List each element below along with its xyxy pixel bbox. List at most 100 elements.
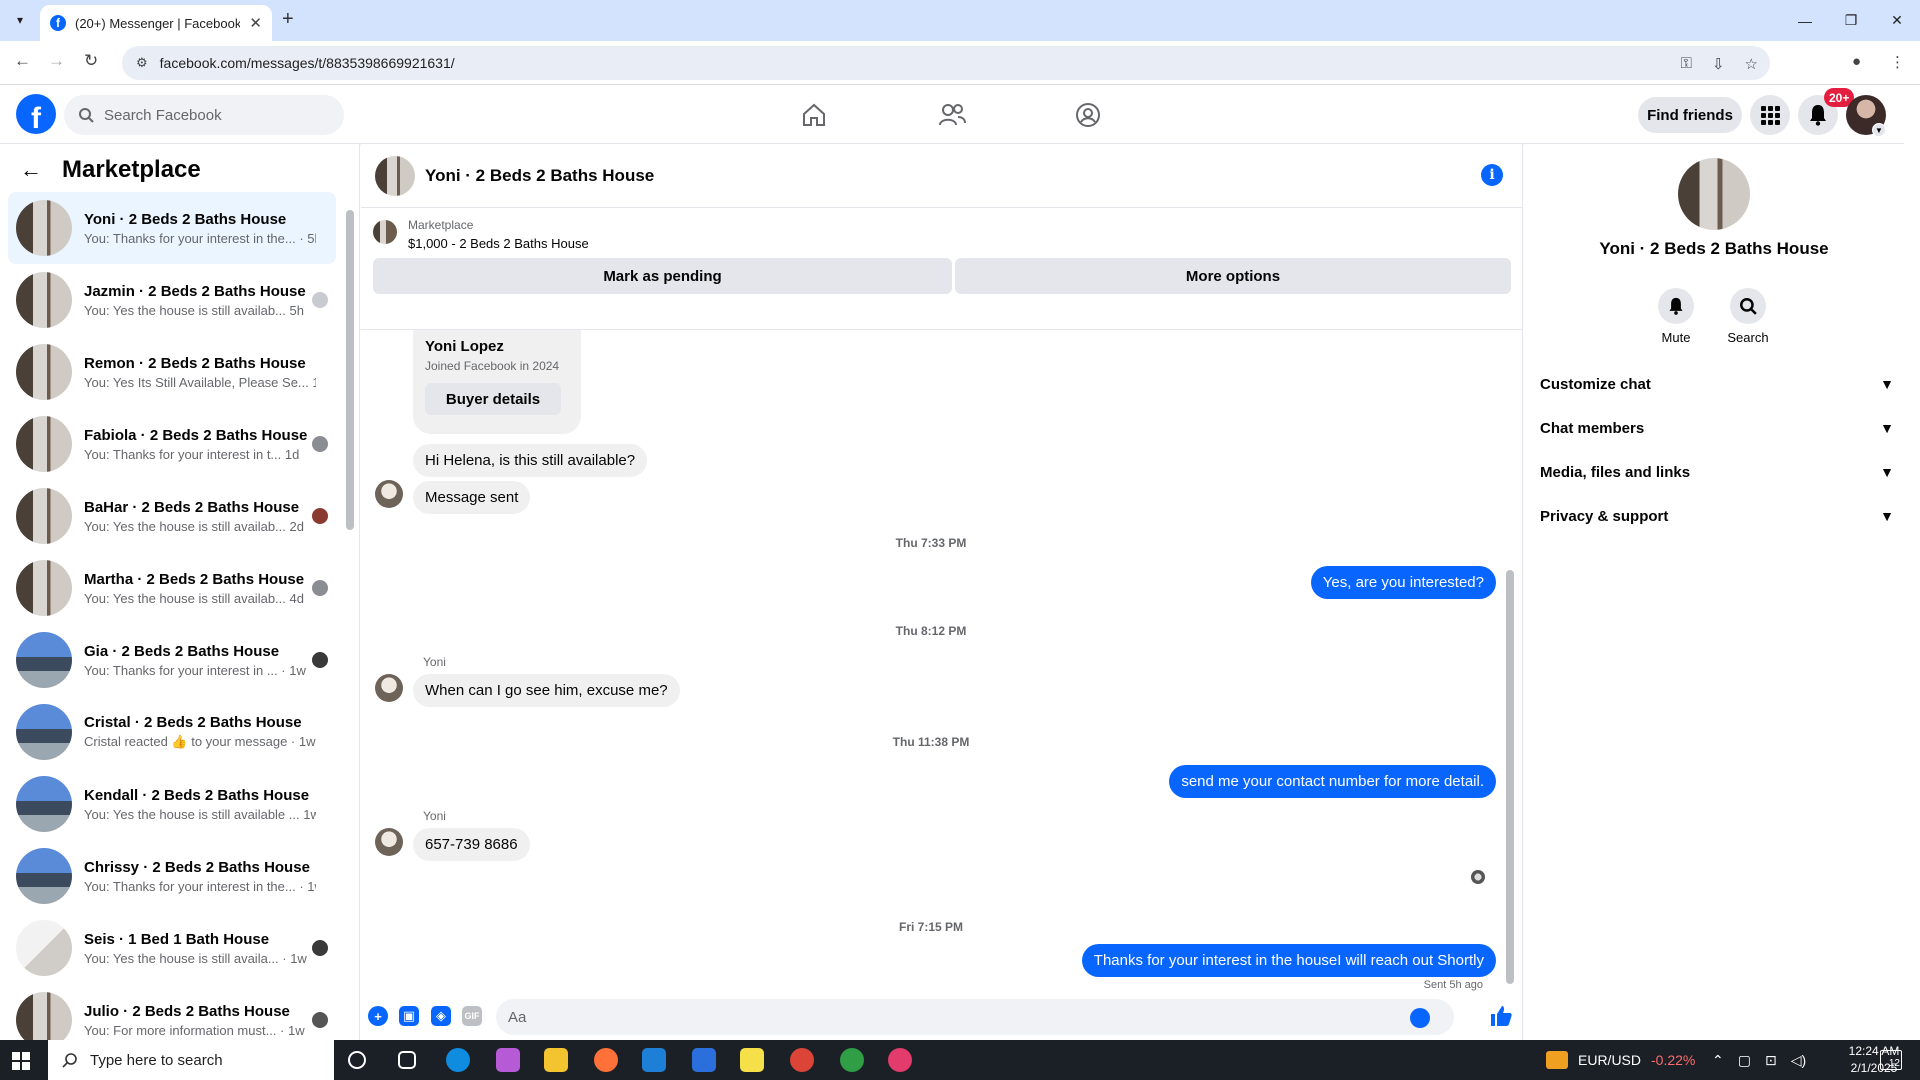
info-icon[interactable]: i — [1481, 164, 1503, 186]
chat-scrollbar[interactable] — [1504, 330, 1516, 994]
chrome-icon[interactable] — [790, 1048, 814, 1072]
incoming-message[interactable]: When can I go see him, excuse me? — [413, 674, 680, 707]
copilot-icon[interactable] — [496, 1048, 520, 1072]
conversation-item[interactable]: BaHar · 2 Beds 2 Baths House You: Yes the… — [8, 480, 336, 552]
conversation-item[interactable]: Yoni · 2 Beds 2 Baths House You: Thanks f… — [8, 192, 336, 264]
firefox-icon[interactable] — [594, 1048, 618, 1072]
back-icon[interactable]: ← — [14, 51, 31, 71]
sticky-notes-icon[interactable] — [740, 1048, 764, 1072]
account-chevron-icon[interactable]: ▼ — [1872, 123, 1886, 137]
currency-widget[interactable]: EUR/USD -0.22% — [1546, 1040, 1695, 1080]
conversation-name: Martha · 2 Beds 2 Baths House — [84, 570, 305, 588]
seen-indicator-avatar — [1471, 870, 1485, 884]
conversation-preview: Cristal reacted 👍 to your message · 1w — [84, 734, 316, 749]
sidebar-header: ← Marketplace — [20, 156, 201, 184]
browser-tab-active[interactable]: f (20+) Messenger | Facebook ✕ — [40, 5, 272, 41]
conversation-item[interactable]: Martha · 2 Beds 2 Baths House You: Yes th… — [8, 552, 336, 624]
bookmark-star-icon[interactable]: ☆ — [1745, 55, 1758, 73]
listing-price-title[interactable]: $1,000 - 2 Beds 2 Baths House — [408, 236, 589, 251]
media-files-links-section[interactable]: Media, files and links ▼ — [1540, 450, 1894, 494]
like-thumb-icon[interactable] — [1489, 1004, 1513, 1033]
outgoing-message[interactable]: Thanks for your interest in the houseI w… — [1081, 944, 1496, 977]
menu-grid-icon[interactable] — [1750, 95, 1790, 135]
chrome-profile-icon[interactable] — [888, 1048, 912, 1072]
search-in-chat-button[interactable]: Search — [1712, 288, 1784, 345]
conversation-item[interactable]: Gia · 2 Beds 2 Baths House You: Thanks fo… — [8, 624, 336, 696]
conversation-preview: You: Yes Its Still Available, Please Se.… — [84, 374, 316, 390]
emoji-icon[interactable] — [1410, 1008, 1430, 1028]
mail-icon[interactable] — [642, 1048, 666, 1072]
outgoing-message[interactable]: send me your contact number for more det… — [1169, 765, 1496, 798]
incoming-message[interactable]: Hi Helena, is this still available? — [413, 444, 648, 477]
restore-icon[interactable]: ❐ — [1828, 0, 1874, 41]
site-info-icon[interactable]: ⚙ — [136, 55, 148, 71]
outgoing-message[interactable]: Yes, are you interested? — [1310, 566, 1496, 599]
task-view-icon[interactable] — [398, 1051, 416, 1069]
plus-icon[interactable]: + — [368, 1006, 388, 1026]
window-close-icon[interactable]: ✕ — [1874, 0, 1920, 41]
tab-close-icon[interactable]: ✕ — [249, 14, 262, 32]
conversation-item[interactable]: Chrissy · 2 Beds 2 Baths House You: Thank… — [8, 840, 336, 912]
conversation-preview: You: Yes the house is still availa... · … — [84, 950, 307, 966]
browser-menu-icon[interactable]: ⋮ — [1890, 53, 1905, 71]
friends-icon[interactable] — [934, 97, 970, 133]
page-scrollbar[interactable] — [1904, 85, 1920, 1040]
home-icon[interactable] — [796, 97, 832, 133]
chat-scroll-thumb[interactable] — [1506, 570, 1514, 984]
conversation-item[interactable]: Remon · 2 Beds 2 Baths House You: Yes Its… — [8, 336, 336, 408]
action-center-icon[interactable]: 12 — [1880, 1050, 1902, 1070]
chrome-active-icon[interactable] — [840, 1048, 864, 1072]
conversation-item[interactable]: Jazmin · 2 Beds 2 Baths House You: Yes th… — [8, 264, 336, 336]
chat-title[interactable]: Yoni · 2 Beds 2 Baths House — [425, 166, 654, 186]
volume-icon[interactable]: ◁) — [1791, 1052, 1806, 1069]
message-input[interactable]: Aa — [496, 999, 1454, 1035]
sticker-icon[interactable]: ◈ — [431, 1006, 451, 1026]
gif-icon[interactable]: GIF — [462, 1006, 482, 1026]
facebook-search-input[interactable]: Search Facebook — [64, 95, 344, 135]
minimize-icon[interactable]: — — [1782, 0, 1828, 41]
device-icon[interactable]: ▢ — [1738, 1052, 1751, 1069]
install-app-icon[interactable]: ⇩ — [1712, 55, 1725, 73]
network-icon[interactable]: ⊡ — [1765, 1052, 1777, 1069]
back-arrow-icon[interactable]: ← — [20, 157, 42, 183]
profile-icon[interactable]: ● — [1852, 53, 1861, 70]
file-explorer-icon[interactable] — [544, 1048, 568, 1072]
conversation-item[interactable]: Seis · 1 Bed 1 Bath House You: Yes the ho… — [8, 912, 336, 984]
sidebar-scrollbar[interactable] — [344, 194, 356, 1034]
conversation-item[interactable]: Fabiola · 2 Beds 2 Baths House You: Thank… — [8, 408, 336, 480]
privacy-support-section[interactable]: Privacy & support ▼ — [1540, 494, 1894, 538]
store-icon[interactable] — [692, 1048, 716, 1072]
more-options-button[interactable]: More options — [955, 258, 1511, 294]
taskbar-search-input[interactable]: Type here to search — [48, 1040, 334, 1080]
password-key-icon[interactable]: ⚿ — [1681, 55, 1692, 73]
conversation-name: Yoni · 2 Beds 2 Baths House — [84, 210, 287, 228]
edge-icon[interactable] — [446, 1048, 470, 1072]
tab-search-chevron-icon[interactable]: ▾ — [8, 8, 32, 32]
address-bar[interactable]: ⚙ facebook.com/messages/t/88353986699216… — [122, 46, 1770, 80]
find-friends-button[interactable]: Find friends — [1638, 97, 1742, 133]
cortana-icon[interactable] — [348, 1051, 366, 1069]
windows-start-icon[interactable] — [12, 1052, 30, 1070]
mute-button[interactable]: Mute — [1640, 288, 1712, 345]
new-tab-icon[interactable]: + — [282, 8, 294, 31]
conversation-item[interactable]: Cristal · 2 Beds 2 Baths House Cristal re… — [8, 696, 336, 768]
image-attach-icon[interactable]: ▣ — [399, 1006, 419, 1026]
profile-nav-icon[interactable] — [1070, 97, 1106, 133]
facebook-logo-icon[interactable]: f — [16, 94, 56, 134]
incoming-message[interactable]: 657-739 8686 — [413, 828, 530, 861]
conversation-item[interactable]: Kendall · 2 Beds 2 Baths House You: Yes t… — [8, 768, 336, 840]
mark-pending-button[interactable]: Mark as pending — [373, 258, 952, 294]
sidebar-scroll-thumb[interactable] — [346, 210, 354, 530]
chat-members-section[interactable]: Chat members ▼ — [1540, 406, 1894, 450]
listing-thumbnail[interactable] — [373, 220, 397, 244]
tray-chevron-up-icon[interactable]: ⌃ — [1712, 1052, 1724, 1069]
incoming-message[interactable]: Message sent — [413, 481, 531, 514]
taskbar-search-placeholder: Type here to search — [90, 1051, 223, 1069]
buyer-details-button[interactable]: Buyer details — [425, 383, 561, 415]
chat-info-avatar[interactable] — [1678, 158, 1750, 230]
forward-icon[interactable]: → — [48, 51, 65, 71]
reload-icon[interactable]: ↻ — [84, 51, 98, 71]
sender-name: Yoni — [423, 809, 446, 823]
chat-avatar[interactable] — [375, 155, 415, 196]
customize-chat-section[interactable]: Customize chat ▼ — [1540, 362, 1894, 406]
